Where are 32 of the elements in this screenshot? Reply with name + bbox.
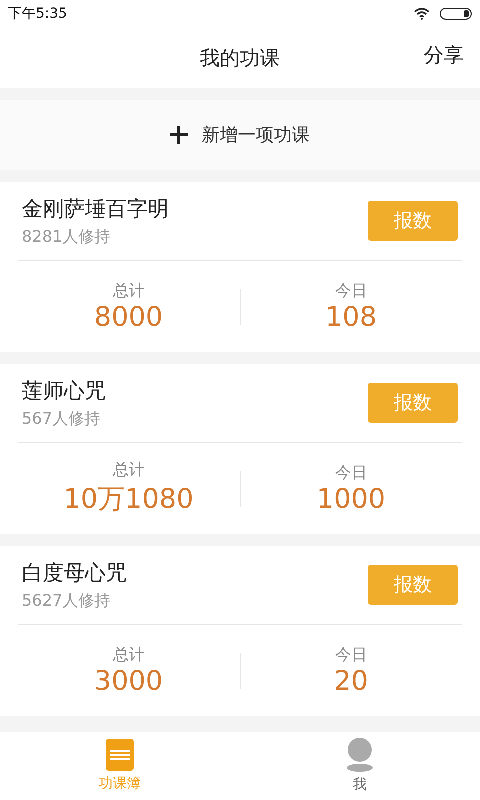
stat-label: 今日 <box>335 644 368 666</box>
stat-value: 108 <box>325 302 378 332</box>
stat-label: 总计 <box>112 644 145 666</box>
stat-label: 总计 <box>112 280 145 302</box>
stat-label: 今日 <box>335 280 368 302</box>
stat-value: 20 <box>334 666 368 696</box>
stat-value: 3000 <box>94 666 164 696</box>
practitioner-count: 567人修持 <box>22 408 102 430</box>
stat-label: 总计 <box>112 460 145 481</box>
report-button[interactable]: 报数 <box>368 565 458 605</box>
stat-value: 1000 <box>316 484 386 514</box>
stat-value: 10万1080 <box>64 483 194 517</box>
status-time: 下午5:35 <box>8 5 68 23</box>
wifi-icon <box>414 8 430 20</box>
course-name: 金刚萨埵百字明 <box>22 196 169 222</box>
stat-label: 今日 <box>335 462 368 484</box>
person-icon <box>346 738 374 772</box>
stat-value: 8000 <box>94 302 164 332</box>
course-name: 白度母心咒 <box>22 560 127 586</box>
plus-icon <box>170 126 188 144</box>
practitioner-count: 5627人修持 <box>22 590 112 612</box>
add-course-button[interactable]: 新增一项功课 <box>0 100 480 170</box>
share-button[interactable]: 分享 <box>424 42 464 69</box>
page-title: 我的功课 <box>200 44 280 72</box>
list-icon <box>106 739 134 771</box>
course-name: 莲师心咒 <box>22 378 106 404</box>
tab[interactable]: 我 <box>240 732 480 800</box>
report-button[interactable]: 报数 <box>368 201 458 241</box>
tab[interactable]: 功课簿 <box>0 732 240 800</box>
battery-icon <box>440 8 472 20</box>
practitioner-count: 8281人修持 <box>22 226 112 248</box>
report-button[interactable]: 报数 <box>368 383 458 423</box>
